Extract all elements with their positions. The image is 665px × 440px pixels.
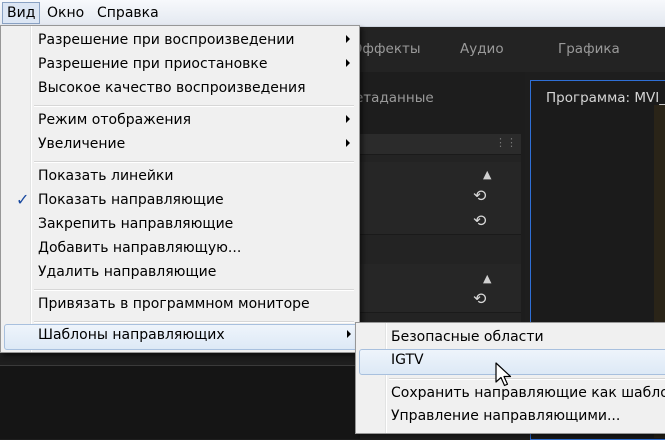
program-monitor-title[interactable]: Программа: MVI_0 — [546, 90, 665, 106]
submenu-arrow-icon — [346, 139, 350, 147]
menu-item-label: Шаблоны направляющих — [38, 327, 225, 343]
menu-separator — [34, 321, 354, 323]
tab-effects[interactable]: Эффекты — [353, 41, 421, 57]
reset-icon[interactable]: ⟲ — [473, 186, 486, 205]
panel-search-row: ⋮⋮ — [357, 134, 521, 155]
tab-graphics[interactable]: Графика — [558, 41, 620, 57]
menu-window[interactable]: Окно — [43, 3, 88, 23]
menu-item-show-guides[interactable]: ✓ Показать направляющие — [4, 189, 356, 213]
reset-icon[interactable]: ⟲ — [473, 211, 486, 230]
menu-item-label: Добавить направляющую... — [38, 240, 242, 256]
tab-audio[interactable]: Аудио — [460, 41, 504, 57]
menu-item-label: IGTV — [391, 352, 424, 368]
menu-separator — [389, 378, 665, 380]
menu-item-guide-templates[interactable]: Шаблоны направляющих — [4, 324, 358, 350]
metadata-tab[interactable]: етаданные — [355, 90, 434, 106]
menu-item-lock-guides[interactable]: Закрепить направляющие — [4, 213, 356, 237]
menu-item-playback-resolution[interactable]: Разрешение при воспроизведении — [4, 29, 356, 53]
menu-item-label: Сохранить направляющие как шаблон... — [391, 385, 665, 401]
reset-icon[interactable]: ⟲ — [473, 289, 486, 308]
submenu-item-manage-guides[interactable]: Управление направляющими... — [359, 405, 665, 429]
submenu-arrow-icon — [346, 35, 350, 43]
menu-help[interactable]: Справка — [93, 3, 163, 23]
table-row — [357, 210, 521, 235]
submenu-arrow-icon — [346, 115, 350, 123]
submenu-arrow-icon — [347, 330, 351, 338]
table-row — [357, 264, 521, 289]
menu-separator — [34, 161, 354, 163]
menu-item-label: Удалить направляющие — [38, 264, 217, 280]
view-menu: Разрешение при воспроизведении Разрешени… — [0, 25, 360, 353]
submenu-item-safe-margins[interactable]: Безопасные области — [359, 326, 665, 350]
menu-item-label: Управление направляющими... — [391, 408, 621, 424]
collapse-icon[interactable]: ▲ — [483, 272, 491, 285]
menu-item-label: Показать линейки — [38, 168, 174, 184]
table-row — [357, 288, 521, 313]
grip-icon: ⋮⋮ — [495, 136, 517, 149]
menu-item-paused-resolution[interactable]: Разрешение при приостановке — [4, 53, 356, 77]
menu-item-label: Привязать в программном мониторе — [38, 296, 310, 312]
menu-item-snap-in-program-monitor[interactable]: Привязать в программном мониторе — [4, 293, 356, 317]
menu-item-show-rulers[interactable]: Показать линейки — [4, 165, 356, 189]
menu-item-label: Высокое качество воспроизведения — [38, 80, 306, 96]
table-row — [357, 162, 521, 187]
menu-item-label: Разрешение при приостановке — [38, 56, 268, 72]
menu-item-label: Показать направляющие — [38, 192, 224, 208]
menu-item-zoom[interactable]: Увеличение — [4, 133, 356, 157]
menu-separator — [34, 105, 354, 107]
menu-item-high-quality-playback[interactable]: Высокое качество воспроизведения — [4, 77, 356, 101]
menu-item-add-guide[interactable]: Добавить направляющую... — [4, 237, 356, 261]
menu-item-label: Безопасные области — [391, 329, 544, 345]
submenu-arrow-icon — [346, 59, 350, 67]
menu-item-label: Увеличение — [38, 136, 126, 152]
menu-item-clear-guides[interactable]: Удалить направляющие — [4, 261, 356, 285]
menu-item-label: Режим отображения — [38, 112, 192, 128]
collapse-icon[interactable]: ▲ — [483, 168, 491, 181]
timeline-panel — [0, 365, 360, 439]
menu-item-display-mode[interactable]: Режим отображения — [4, 109, 356, 133]
table-row — [357, 186, 521, 211]
menu-item-label: Разрешение при воспроизведении — [38, 32, 295, 48]
menubar: Вид Окно Справка — [0, 0, 665, 27]
menu-item-label: Закрепить направляющие — [38, 216, 234, 232]
menu-separator — [34, 289, 354, 291]
checkmark-icon: ✓ — [16, 190, 30, 209]
menu-view[interactable]: Вид — [2, 2, 41, 24]
mouse-pointer-icon — [495, 362, 512, 387]
